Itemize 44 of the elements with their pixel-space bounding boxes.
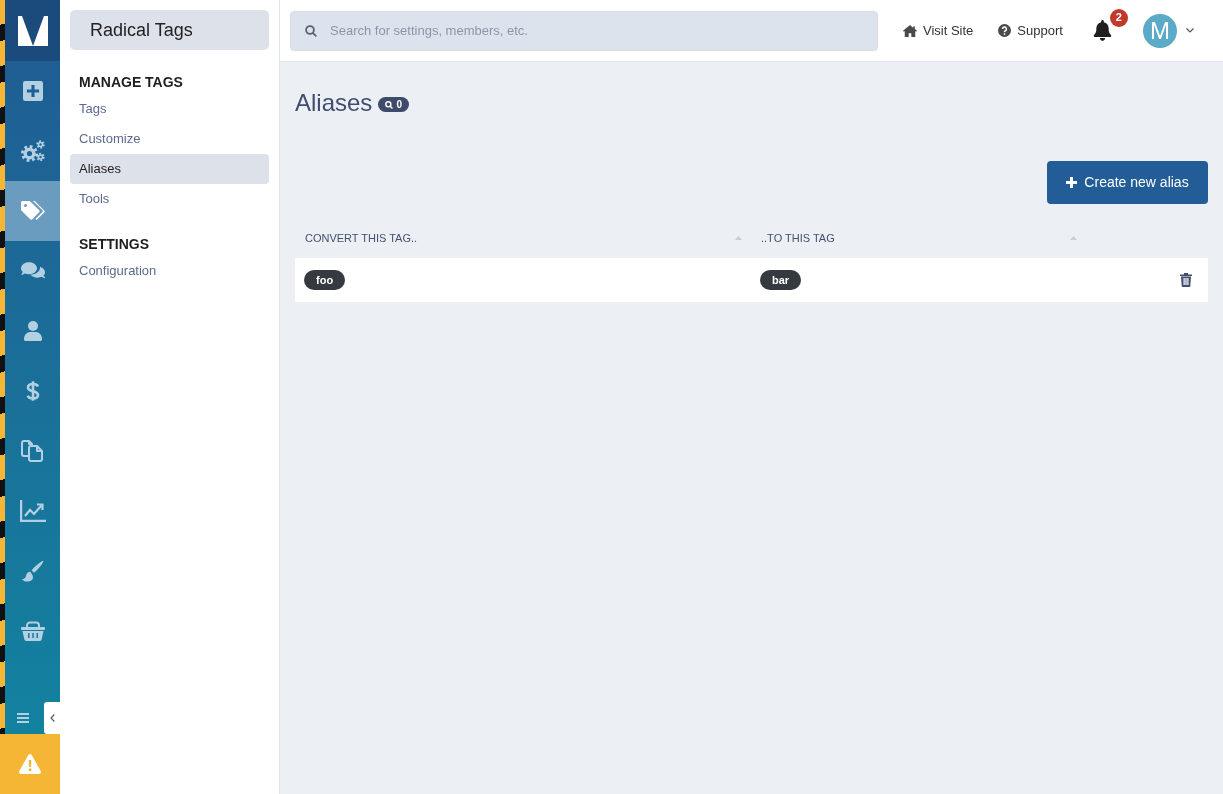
sidebar-title: Radical Tags: [70, 10, 269, 50]
nav-button[interactable]: [5, 181, 60, 241]
bell-icon[interactable]: [1092, 20, 1112, 41]
section-heading: MANAGE TAGS: [79, 72, 183, 92]
chat-icon: [20, 262, 45, 280]
plus-icon: [1066, 177, 1078, 188]
line-chart-icon: [19, 500, 46, 522]
basket-icon: [20, 621, 45, 641]
tags-icon: [20, 201, 45, 221]
search-icon: [305, 24, 317, 37]
dollar-icon: [25, 380, 40, 402]
warning-icon: [19, 754, 41, 774]
logo-icon[interactable]: [17, 15, 48, 46]
sidebar-item[interactable]: Configuration: [70, 256, 269, 286]
notification-count: 2: [1109, 8, 1128, 27]
nav-link[interactable]: Support: [998, 20, 1063, 41]
sidebar-item[interactable]: Tools: [70, 184, 269, 214]
warning-button[interactable]: [0, 734, 60, 794]
search-icon: [385, 100, 394, 109]
section-heading: SETTINGS: [79, 234, 149, 254]
tag-chip: bar: [760, 270, 802, 290]
create-button[interactable]: Create new alias: [1047, 161, 1208, 204]
question-circle-icon: [998, 24, 1012, 37]
chevron-down-icon[interactable]: [1185, 28, 1194, 33]
gears-icon: [20, 140, 45, 162]
paintbrush-icon: [21, 560, 44, 582]
sidebar-item[interactable]: Aliases: [70, 154, 269, 184]
chevron-left-icon: [49, 714, 55, 722]
user-icon: [23, 321, 42, 341]
column-header: ..TO THIS TAG: [761, 230, 835, 246]
page-title: Aliases: [295, 88, 373, 118]
sidebar-item[interactable]: Tags: [70, 94, 269, 124]
copy-icon: [20, 440, 45, 462]
delete-button[interactable]: [1180, 273, 1192, 287]
result-count: 0: [396, 99, 402, 110]
trash-icon: [1180, 273, 1192, 287]
sidebar-item[interactable]: Customize: [70, 124, 269, 154]
nav-link[interactable]: Visit Site: [903, 20, 974, 41]
menu-icon: [17, 713, 29, 723]
tag-chip: foo: [304, 270, 346, 290]
home-icon: [903, 24, 917, 37]
collapse-tab[interactable]: [44, 702, 60, 734]
column-header: CONVERT THIS TAG..: [305, 230, 418, 246]
search-field[interactable]: Search for settings, members, etc.: [290, 10, 878, 51]
